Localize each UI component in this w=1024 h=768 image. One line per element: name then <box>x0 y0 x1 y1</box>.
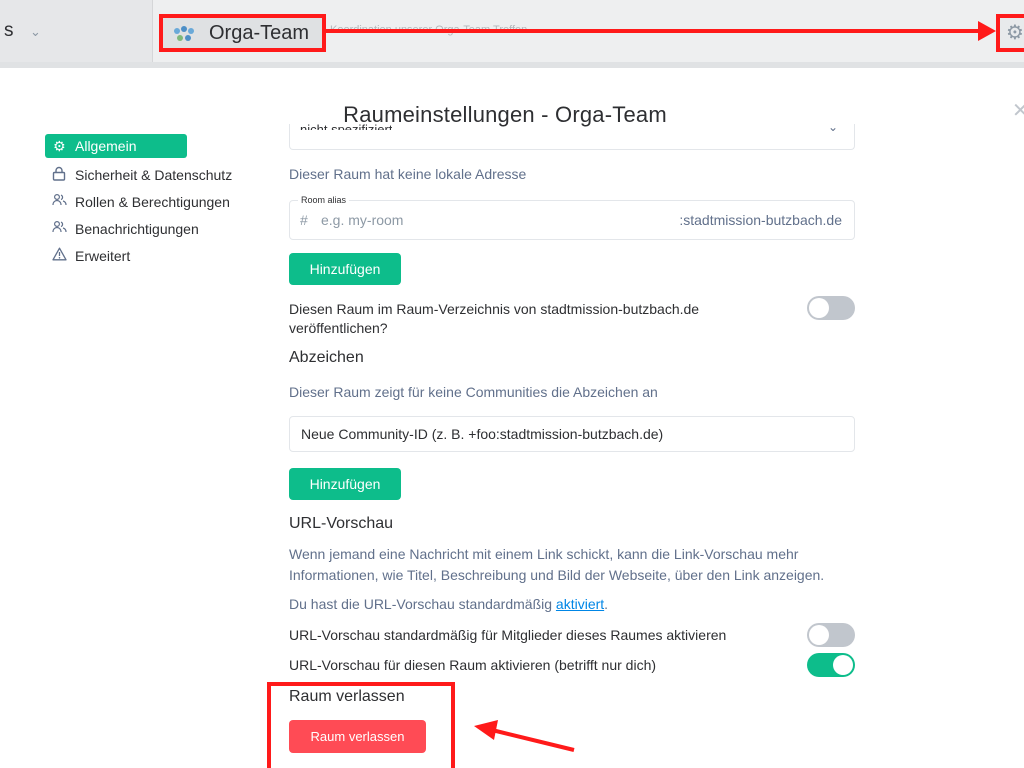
room-settings-dialog: Raumeinstellungen - Orga-Team ✕ ⚙ Allgem… <box>0 68 1024 768</box>
alias-domain: :stadtmission-butzbach.de <box>679 212 842 228</box>
settings-link[interactable]: aktiviert <box>556 596 604 612</box>
tab-security[interactable]: Sicherheit & Datenschutz <box>44 166 234 185</box>
leave-heading: Raum verlassen <box>289 688 405 705</box>
warning-icon <box>52 247 67 266</box>
url-preview-heading: URL-Vorschau <box>289 515 394 532</box>
annotation-arrow <box>474 720 575 752</box>
members-preview-label: URL-Vorschau standardmäßig für Mitgliede… <box>289 627 727 643</box>
default-prefix: Du hast die URL-Vorschau standardmäßig <box>289 596 556 612</box>
tab-general[interactable]: ⚙ Allgemein <box>45 134 187 158</box>
tab-notifications[interactable]: Benachrichtigungen <box>44 220 234 239</box>
room-settings-button[interactable]: ⚙ <box>996 14 1024 52</box>
people-icon <box>52 220 67 239</box>
no-local-address-text: Dieser Raum hat keine lokale Adresse <box>289 166 527 182</box>
tab-advanced[interactable]: Erweitert <box>44 247 234 266</box>
default-suffix: . <box>604 596 609 612</box>
left-panel-header[interactable]: s ⌄ <box>0 0 153 68</box>
flair-heading: Abzeichen <box>289 349 364 366</box>
room-name: Orga-Team <box>209 22 310 44</box>
self-preview-toggle[interactable] <box>807 653 855 677</box>
community-id-placeholder: Neue Community-ID (z. B. +foo:stadtmissi… <box>301 426 664 442</box>
annotation-arrow-head <box>978 21 996 41</box>
publish-dropdown[interactable]: nicht spezifiziert ⌄ <box>289 120 855 150</box>
close-icon[interactable]: ✕ <box>1012 98 1024 123</box>
publish-label: Diesen Raum im Raum-Verzeichnis von stad… <box>289 301 700 336</box>
toggle-knob <box>809 625 829 645</box>
publish-toggle[interactable] <box>807 296 855 320</box>
dropdown-value: nicht spezifiziert <box>300 122 393 130</box>
tab-label: Erweitert <box>75 248 131 264</box>
tab-label: Sicherheit & Datenschutz <box>75 167 233 183</box>
self-preview-label: URL-Vorschau für diesen Raum aktivieren … <box>289 657 657 673</box>
tab-roles[interactable]: Rollen & Berechtigungen <box>44 193 234 212</box>
community-id-field[interactable]: Neue Community-ID (z. B. +foo:stadtmissi… <box>289 416 855 452</box>
toggle-knob <box>809 298 829 318</box>
flair-description: Dieser Raum zeigt für keine Communities … <box>289 384 658 400</box>
toggle-knob <box>833 655 853 675</box>
chevron-down-icon: ⌄ <box>827 120 838 134</box>
alias-legend: Room alias <box>298 195 350 205</box>
general-settings-panel: nicht spezifiziert ⌄ Dieser Raum hat kei… <box>289 68 855 758</box>
settings-sidebar: ⚙ Allgemein Sicherheit & Datenschutz Rol… <box>44 134 234 274</box>
url-preview-default-text: Du hast die URL-Vorschau standardmäßig a… <box>289 594 608 615</box>
members-preview-toggle[interactable] <box>807 623 855 647</box>
left-panel-title: s <box>4 20 14 41</box>
alias-placeholder: e.g. my-room <box>321 212 404 228</box>
room-alias-field[interactable]: Room alias # e.g. my-room :stadtmission-… <box>289 195 855 240</box>
room-avatar <box>174 26 194 41</box>
room-header-bar: s ⌄ Orga-Team Koordination unserer Orga-… <box>0 0 1024 68</box>
chevron-down-icon[interactable]: ⌄ <box>30 24 41 40</box>
room-name-header[interactable]: Orga-Team <box>159 14 326 52</box>
url-preview-description: Wenn jemand eine Nachricht mit einem Lin… <box>289 546 825 583</box>
leave-room-button[interactable]: Raum verlassen <box>289 720 426 753</box>
tab-label: Rollen & Berechtigungen <box>75 194 230 210</box>
gear-icon: ⚙ <box>1006 22 1024 44</box>
tab-label: Benachrichtigungen <box>75 221 199 237</box>
add-community-button[interactable]: Hinzufügen <box>289 468 401 500</box>
tab-label: Allgemein <box>75 138 137 154</box>
gear-icon: ⚙ <box>53 138 66 154</box>
alias-prefix: # <box>300 212 308 228</box>
lock-icon <box>52 166 66 186</box>
people-icon <box>52 193 67 212</box>
add-alias-button[interactable]: Hinzufügen <box>289 253 401 285</box>
annotation-arrow-line <box>326 29 986 33</box>
